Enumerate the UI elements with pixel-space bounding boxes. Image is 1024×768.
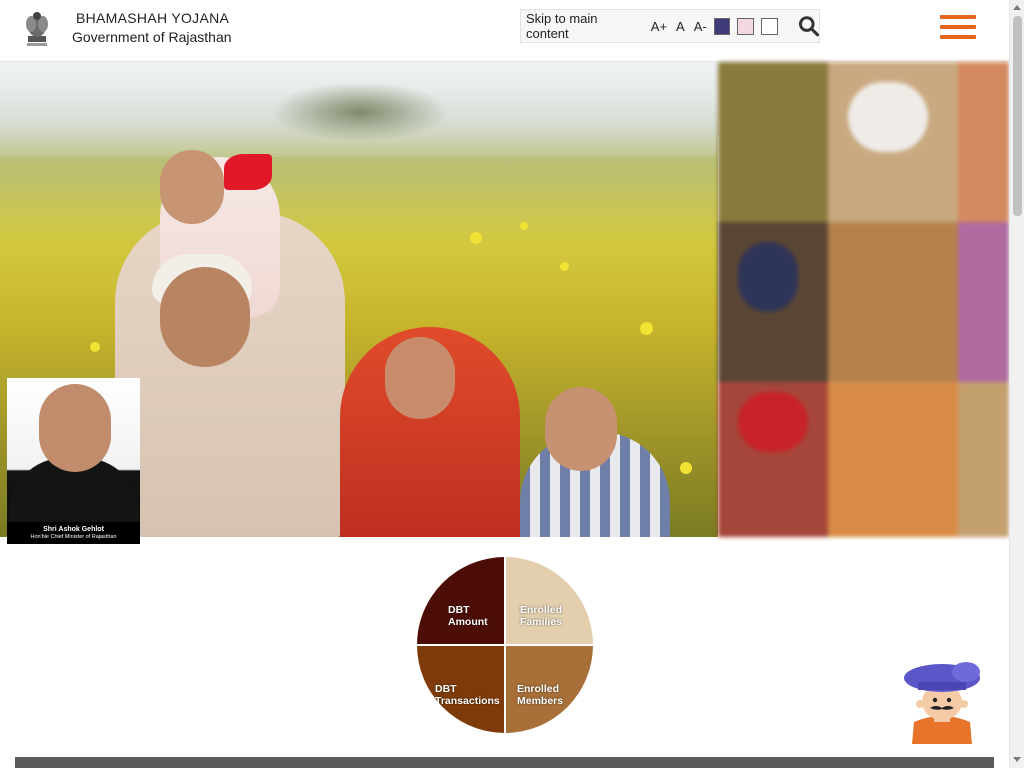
font-increase-button[interactable]: A+ xyxy=(651,19,667,34)
search-icon[interactable] xyxy=(798,15,819,37)
accessibility-toolbar: Skip to main content A+ A A- xyxy=(520,9,820,43)
chief-minister-name: Shri Ashok Gehlot xyxy=(43,526,104,533)
dbt-amount-tile[interactable]: DBT Amount xyxy=(417,557,504,644)
ashoka-emblem-icon[interactable] xyxy=(22,6,52,50)
font-normal-button[interactable]: A xyxy=(676,19,685,34)
enrolled-families-label: Enrolled Families xyxy=(520,604,563,628)
dbt-transactions-tile[interactable]: DBT Transactions xyxy=(417,646,504,733)
brand[interactable]: BHAMASHAH YOJANA Government of Rajasthan xyxy=(72,10,232,45)
dbt-transactions-label: DBT Transactions xyxy=(435,683,500,707)
scrollbar-thumb[interactable] xyxy=(1013,16,1022,216)
theme-swatch-white[interactable] xyxy=(760,17,778,35)
people-collage-image xyxy=(718,62,1009,537)
enrolled-families-tile[interactable]: Enrolled Families xyxy=(506,557,593,644)
footer-strip xyxy=(15,757,994,768)
skip-to-main-content-link[interactable]: Skip to main content xyxy=(526,11,641,41)
stats-quadrant-menu: DBT Amount Enrolled Families DBT Transactio… xyxy=(417,557,593,733)
enrolled-members-tile[interactable]: Enrolled Members xyxy=(506,646,593,733)
font-decrease-button[interactable]: A- xyxy=(694,19,707,34)
page: BHAMASHAH YOJANA Government of Rajasthan… xyxy=(0,0,1024,768)
site-subtitle: Government of Rajasthan xyxy=(72,29,232,45)
chief-minister-portrait: Shri Ashok Gehlot Hon'ble Chief Minister… xyxy=(7,378,140,544)
chief-minister-caption: Shri Ashok Gehlot Hon'ble Chief Minister… xyxy=(7,522,140,544)
theme-swatch-dark[interactable] xyxy=(713,17,731,35)
vertical-scrollbar[interactable] xyxy=(1009,0,1024,768)
chatbot-mascot-icon[interactable] xyxy=(902,660,982,744)
scroll-down-arrow-icon[interactable] xyxy=(1013,757,1021,762)
site-header: BHAMASHAH YOJANA Government of Rajasthan… xyxy=(0,0,1009,62)
hamburger-menu-icon[interactable] xyxy=(940,15,976,41)
enrolled-members-label: Enrolled Members xyxy=(517,683,564,707)
scroll-up-arrow-icon[interactable] xyxy=(1013,5,1021,10)
chief-minister-role: Hon'ble Chief Minister of Rajasthan xyxy=(30,534,117,540)
theme-swatch-pink[interactable] xyxy=(737,17,754,35)
site-title: BHAMASHAH YOJANA xyxy=(76,10,230,26)
dbt-amount-label: DBT Amount xyxy=(448,604,488,628)
